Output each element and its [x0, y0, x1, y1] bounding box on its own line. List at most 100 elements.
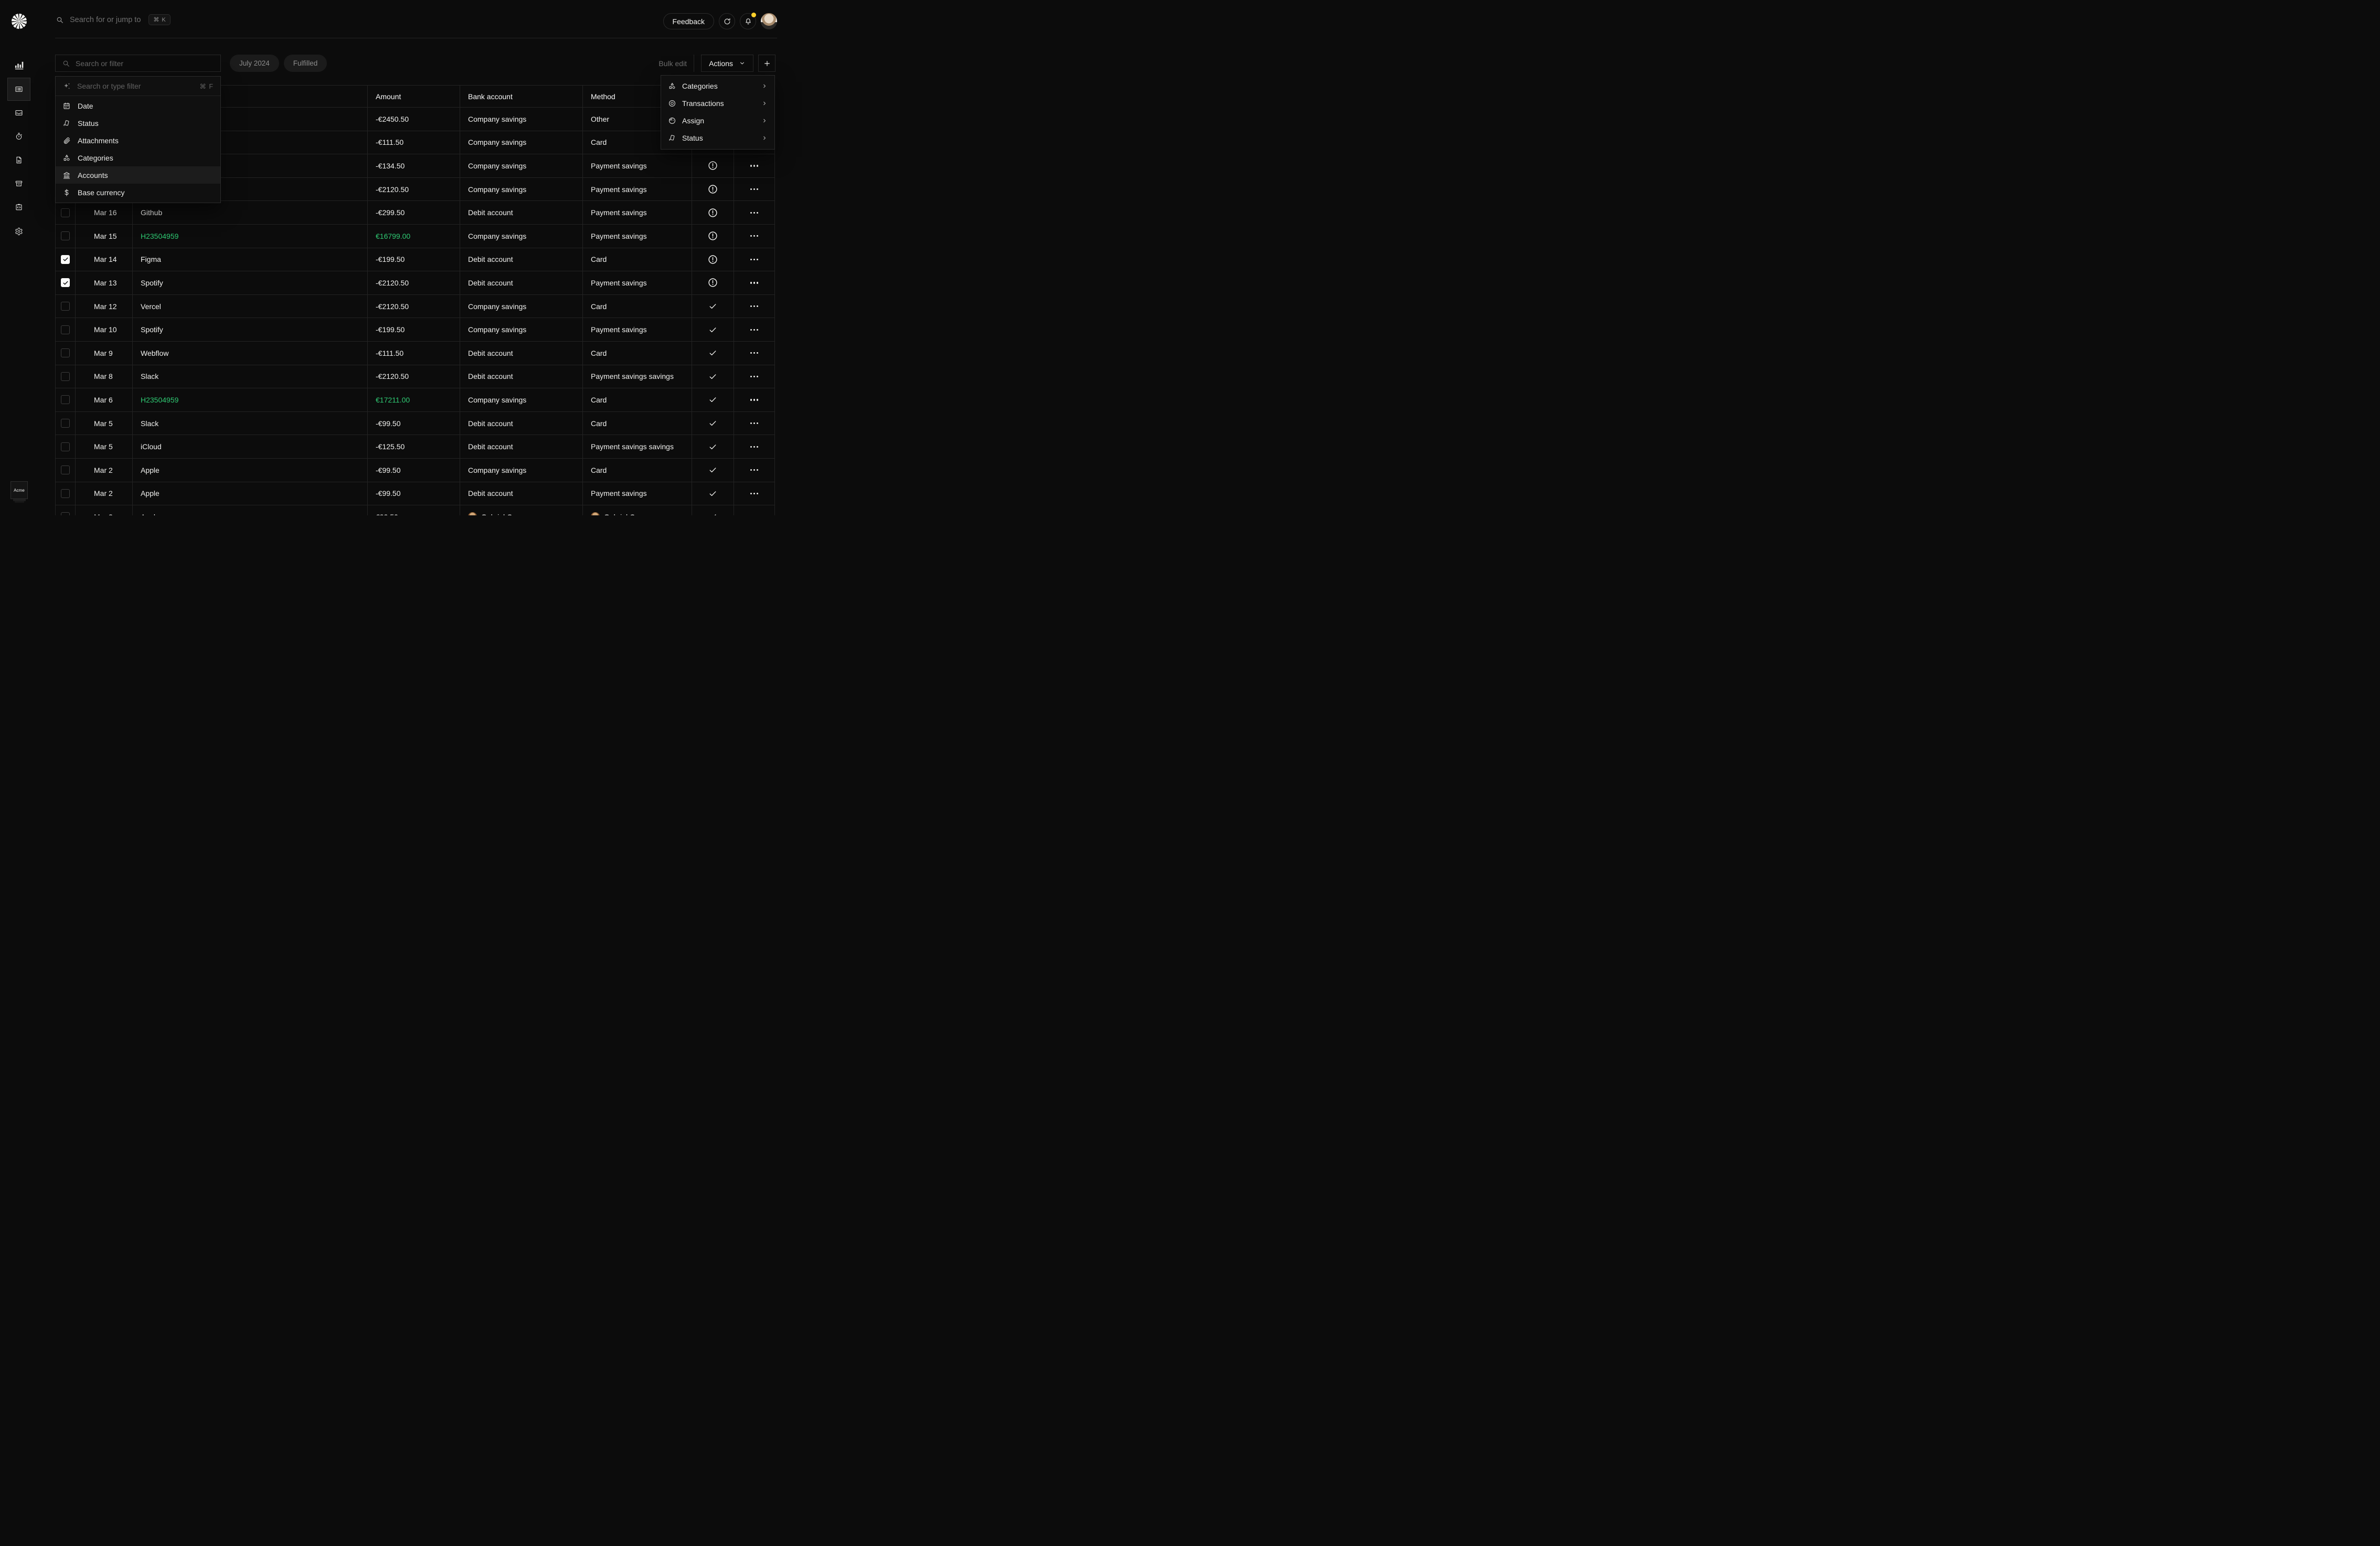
cell-bank-account: Debit account: [460, 248, 583, 271]
row-checkbox[interactable]: [61, 512, 70, 515]
filter-dropdown-placeholder: Search or type filter: [77, 82, 194, 90]
row-checkbox[interactable]: [61, 419, 70, 428]
filter-dropdown-input[interactable]: Search or type filter ⌘ F: [56, 77, 220, 96]
header-amount[interactable]: Amount: [368, 86, 460, 107]
row-menu-button[interactable]: [750, 446, 758, 448]
header-bank-account[interactable]: Bank account: [460, 86, 583, 107]
filter-search-input[interactable]: Search or filter: [55, 55, 221, 72]
table-row[interactable]: Mar 2 Apple -€99.50 Debit account Paymen…: [56, 482, 774, 506]
row-menu-button[interactable]: [750, 212, 758, 214]
table-row[interactable]: Mar 5 iCloud -€125.50 Debit account Paym…: [56, 435, 774, 459]
row-checkbox[interactable]: [61, 302, 70, 311]
table-row[interactable]: Mar 6 H23504959 €17211.00 Company saving…: [56, 388, 774, 412]
table-row[interactable]: Mar 2 Apple €99.50 Gabriel C Gabriel C: [56, 505, 774, 515]
row-checkbox[interactable]: [61, 325, 70, 334]
user-avatar[interactable]: [761, 13, 777, 29]
row-menu-button[interactable]: [750, 188, 758, 190]
row-checkbox[interactable]: [61, 208, 70, 217]
add-transaction-button[interactable]: [758, 55, 775, 72]
row-checkbox[interactable]: [61, 231, 70, 240]
sidebar-item-inbox[interactable]: [7, 101, 30, 124]
table-row[interactable]: Mar 14 Figma -€199.50 Debit account Card: [56, 248, 774, 272]
cell-method: Payment savings: [583, 178, 692, 201]
feedback-button[interactable]: Feedback: [663, 13, 714, 29]
actions-menu-item-assign[interactable]: Assign: [661, 112, 774, 129]
row-menu-button[interactable]: [750, 235, 758, 237]
filter-chip[interactable]: July 2024: [230, 55, 279, 72]
global-search[interactable]: Search for or jump to ⌘K: [56, 14, 171, 25]
row-checkbox[interactable]: [61, 489, 70, 498]
alert-circle-icon: [707, 160, 718, 171]
row-checkbox[interactable]: [61, 465, 70, 474]
table-row[interactable]: Mar 2 Apple -€99.50 Company savings Card: [56, 459, 774, 482]
refresh-button[interactable]: [719, 13, 735, 29]
table-row[interactable]: Mar 9 Webflow -€111.50 Debit account Car…: [56, 342, 774, 365]
alert-circle-icon: [707, 277, 718, 288]
filter-menu-item-status[interactable]: Status: [56, 114, 220, 132]
row-menu-button[interactable]: [750, 399, 758, 400]
row-menu-button[interactable]: [750, 469, 758, 471]
sidebar-item-vault[interactable]: [7, 172, 30, 195]
cell-description: Github: [133, 201, 368, 224]
cell-method: Card: [583, 459, 692, 482]
row-checkbox[interactable]: [61, 278, 70, 287]
cell-amount: -€99.50: [368, 412, 460, 435]
cell-checkbox: [56, 388, 76, 411]
row-checkbox[interactable]: [61, 255, 70, 264]
chevron-right-icon: [761, 83, 768, 89]
table-row[interactable]: Mar 5 Slack -€99.50 Debit account Card: [56, 412, 774, 436]
actions-menu-item-transactions[interactable]: Transactions: [661, 94, 774, 112]
cell-status: [692, 342, 734, 365]
check-icon: [708, 512, 717, 515]
chevron-right-icon: [761, 135, 768, 141]
row-checkbox[interactable]: [61, 372, 70, 381]
inbox-icon: [15, 109, 23, 117]
actions-menu-item-status[interactable]: Status: [661, 129, 774, 146]
table-row[interactable]: Mar 12 Vercel -€2120.50 Company savings …: [56, 295, 774, 319]
app-logo[interactable]: [12, 14, 27, 29]
actions-dropdown: Categories Transactions Assign Status: [661, 75, 775, 150]
check-icon: [708, 395, 717, 404]
cell-row-menu: [734, 295, 774, 318]
cell-method: Payment savings: [583, 271, 692, 294]
table-row[interactable]: Mar 10 Spotify -€199.50 Company savings …: [56, 318, 774, 342]
row-menu-button[interactable]: [750, 165, 758, 166]
check-icon: [708, 465, 717, 474]
cell-checkbox: [56, 225, 76, 248]
filter-menu-item-accounts[interactable]: Accounts: [56, 166, 220, 184]
cell-bank-account: Debit account: [460, 201, 583, 224]
row-menu-button[interactable]: [750, 259, 758, 260]
filter-menu-item-attachments[interactable]: Attachments: [56, 132, 220, 149]
filter-menu-item-base-currency[interactable]: Base currency: [56, 184, 220, 201]
sidebar-item-overview[interactable]: [7, 54, 30, 77]
actions-menu-item-categories[interactable]: Categories: [661, 77, 774, 94]
table-row[interactable]: Mar 15 H23504959 €16799.00 Company savin…: [56, 225, 774, 248]
row-menu-button[interactable]: [750, 305, 758, 307]
table-row[interactable]: Mar 13 Spotify -€2120.50 Debit account P…: [56, 271, 774, 295]
row-checkbox[interactable]: [61, 442, 70, 451]
table-row[interactable]: Mar 8 Slack -€2120.50 Debit account Paym…: [56, 365, 774, 389]
sidebar-item-invoices[interactable]: [7, 149, 30, 172]
row-checkbox[interactable]: [61, 348, 70, 357]
filter-chip[interactable]: Fulfilled: [284, 55, 327, 72]
row-menu-button[interactable]: [750, 329, 758, 331]
sidebar-item-tracker[interactable]: [7, 125, 30, 148]
row-menu-button[interactable]: [750, 376, 758, 377]
row-checkbox[interactable]: [61, 395, 70, 404]
cell-checkbox: [56, 505, 76, 515]
sidebar-item-settings[interactable]: [7, 220, 30, 243]
workspace-switcher[interactable]: Acme: [10, 481, 28, 499]
sidebar-item-apps[interactable]: [7, 196, 30, 219]
notifications-button[interactable]: [740, 13, 756, 29]
table-row[interactable]: Mar 16 Github -€299.50 Debit account Pay…: [56, 201, 774, 225]
cell-amount: €99.50: [368, 505, 460, 515]
row-menu-button[interactable]: [750, 352, 758, 354]
row-menu-button[interactable]: [750, 282, 758, 283]
sidebar-item-transactions[interactable]: [7, 78, 30, 101]
row-menu-button[interactable]: [750, 422, 758, 424]
cell-description: Vercel: [133, 295, 368, 318]
filter-menu-item-date[interactable]: Date: [56, 97, 220, 114]
row-menu-button[interactable]: [750, 493, 758, 494]
filter-menu-item-categories[interactable]: Categories: [56, 149, 220, 166]
actions-button[interactable]: Actions: [701, 55, 753, 72]
